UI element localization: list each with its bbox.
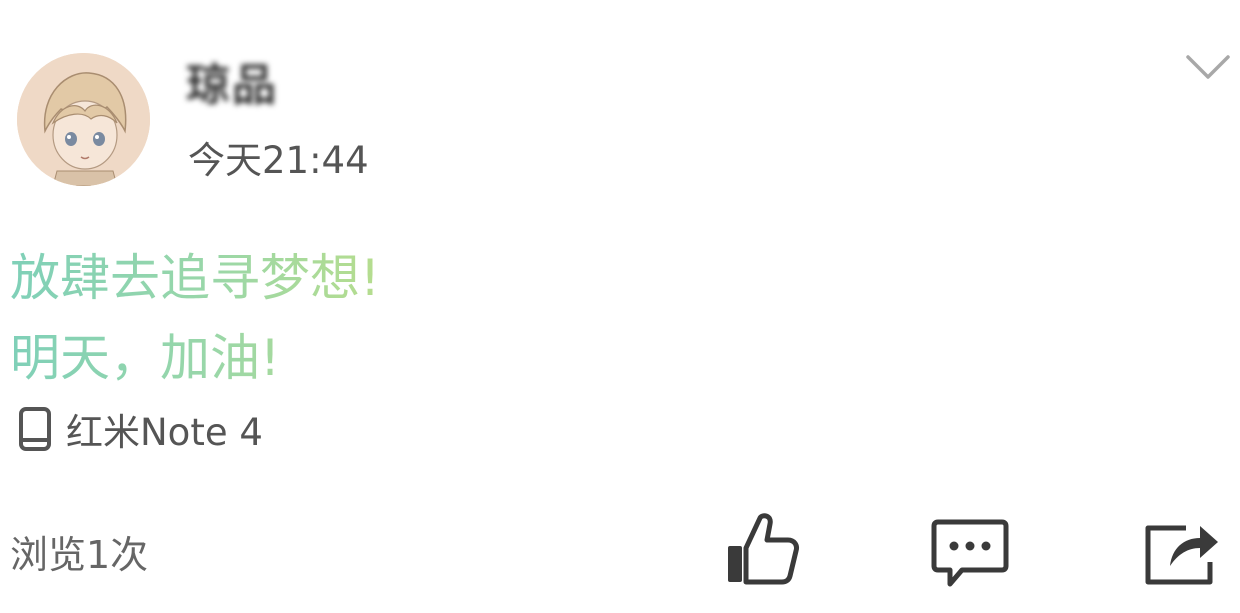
post-content-line: 放肆去追寻梦想! xyxy=(10,249,381,307)
like-button[interactable] xyxy=(722,510,802,590)
username[interactable]: 琼品 xyxy=(186,58,278,114)
expand-button[interactable] xyxy=(1184,47,1232,87)
comment-icon xyxy=(931,519,1009,587)
chevron-down-icon xyxy=(1186,55,1230,79)
post-card: 琼品 今天21:44 放肆去追寻梦想! 明天，加油! 红米Note 4 浏览1次 xyxy=(0,0,1240,613)
thumbs-up-icon xyxy=(728,513,799,585)
device-label: 红米Note 4 xyxy=(66,411,263,454)
post-content: 放肆去追寻梦想! 明天，加油! xyxy=(10,238,380,398)
avatar[interactable] xyxy=(17,53,150,186)
avatar-image xyxy=(17,53,150,186)
share-icon xyxy=(1145,525,1218,585)
device-info: 红米Note 4 xyxy=(18,402,263,456)
view-count: 浏览1次 xyxy=(10,533,149,577)
post-timestamp: 今天21:44 xyxy=(188,139,369,182)
post-content-line: 明天，加油! xyxy=(10,329,281,387)
comment-button[interactable] xyxy=(930,510,1010,590)
share-button[interactable] xyxy=(1140,510,1220,590)
phone-icon xyxy=(18,406,52,452)
